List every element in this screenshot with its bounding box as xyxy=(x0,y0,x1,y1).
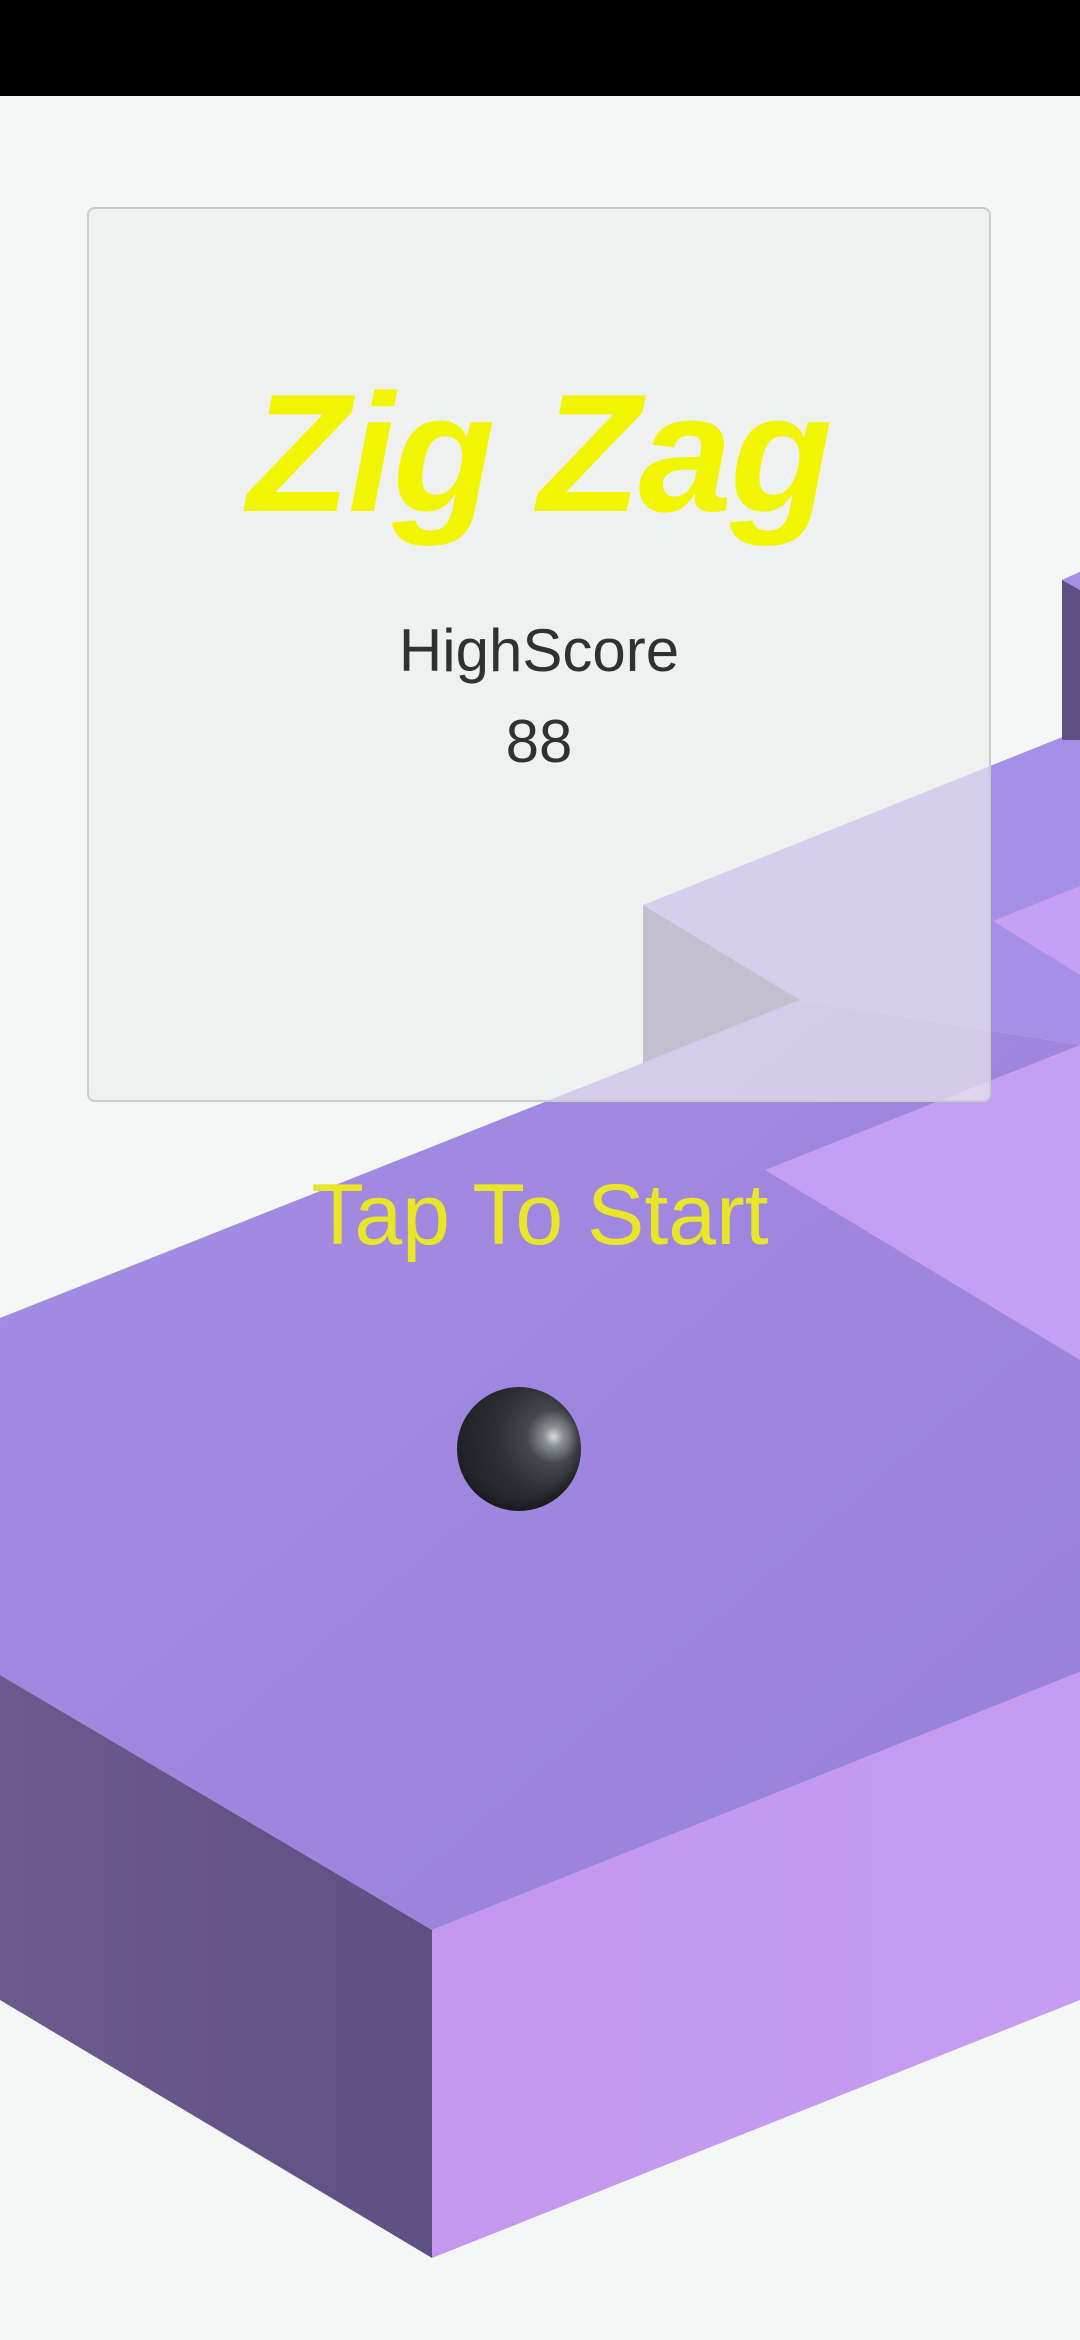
highscore-label: HighScore xyxy=(398,617,680,684)
menu-panel: Zig Zag HighScore 88 xyxy=(87,207,991,1102)
tap-to-start-button[interactable]: Tap To Start xyxy=(0,1172,1080,1258)
path-side-far-right xyxy=(1062,572,1080,740)
highscore-value: 88 xyxy=(505,708,573,775)
player-ball-icon xyxy=(457,1387,581,1511)
game-screen[interactable]: Zig Zag HighScore 88 Tap To Start xyxy=(0,0,1080,2340)
game-title: Zig Zag xyxy=(247,359,832,547)
